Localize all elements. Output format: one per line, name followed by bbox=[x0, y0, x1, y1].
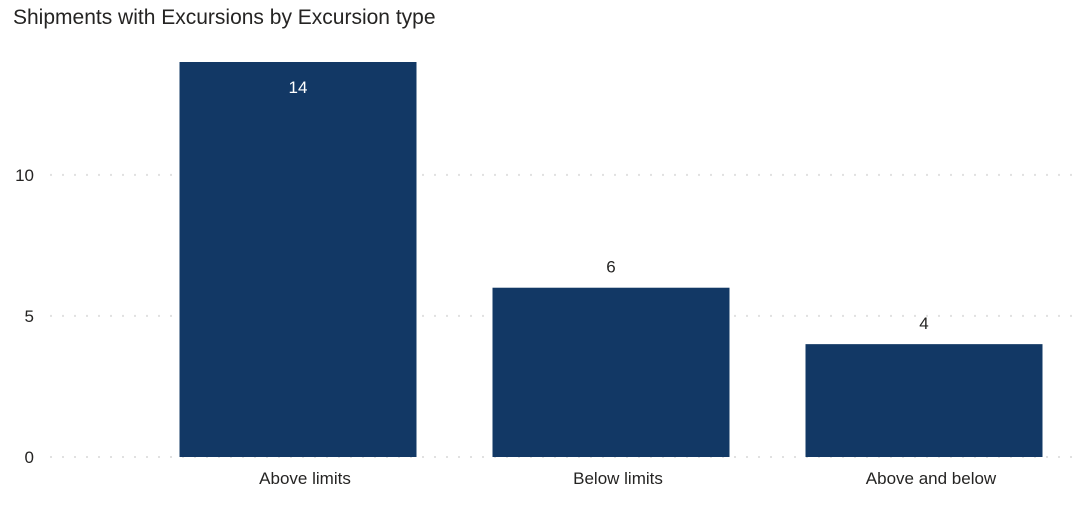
y-tick-label: 10 bbox=[15, 166, 34, 185]
x-tick-label: Above and below bbox=[866, 469, 997, 488]
x-tick-label: Below limits bbox=[573, 469, 663, 488]
data-label: 6 bbox=[606, 258, 615, 277]
y-axis: 0 5 10 bbox=[15, 166, 34, 467]
bar[interactable] bbox=[179, 62, 417, 457]
x-tick-label: Above limits bbox=[259, 469, 351, 488]
y-tick-label: 0 bbox=[25, 448, 34, 467]
bar-chart: 0510 1464 Above limits Below limits Above … bbox=[15, 62, 1075, 488]
bar[interactable] bbox=[805, 344, 1043, 457]
bar[interactable] bbox=[492, 287, 730, 457]
data-label: 4 bbox=[919, 314, 928, 333]
data-label: 14 bbox=[289, 78, 308, 97]
x-axis: Above limits Below limits Above and below bbox=[259, 469, 997, 488]
y-tick-label: 5 bbox=[25, 307, 34, 326]
